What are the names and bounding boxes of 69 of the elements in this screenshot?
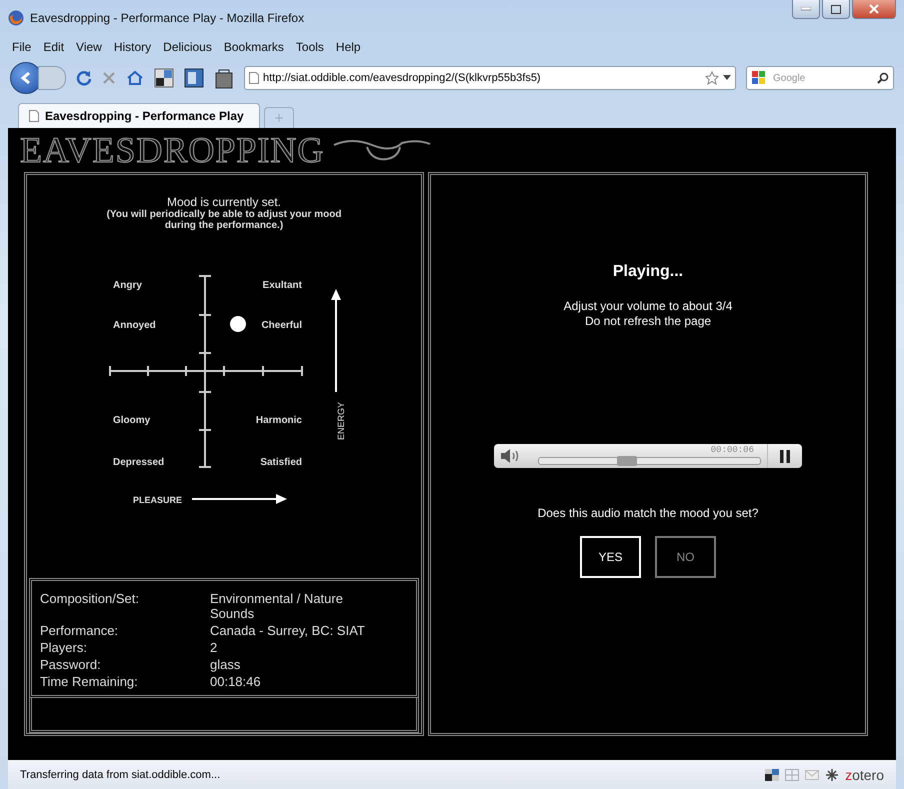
instruction-text: Do not refresh the page [584, 314, 712, 329]
answer-button[interactable]: YES [580, 536, 641, 578]
google-icon[interactable] [751, 70, 767, 86]
plus-icon [275, 114, 283, 122]
maximize-icon [831, 4, 841, 14]
mood-label: Depressed [113, 457, 164, 468]
toolbar-icon[interactable] [184, 68, 204, 88]
search-field[interactable]: Google [746, 66, 894, 90]
axis-label: PLEASURE [133, 495, 182, 505]
info-label: Players: [40, 640, 88, 655]
sparkle-icon[interactable] [825, 768, 840, 782]
mood-label: Satisfied [260, 457, 302, 468]
answer-button[interactable]: NO [655, 536, 716, 578]
mood-dot[interactable] [230, 316, 246, 332]
status-icon[interactable] [765, 768, 780, 780]
instruction-text: Adjust your volume to about 3/4 [564, 299, 732, 314]
playback-time: 00:00:06 [710, 445, 754, 455]
menu-item[interactable]: Help [336, 40, 361, 54]
info-label: Composition/Set: [40, 591, 140, 608]
info-value: Canada - Surrey, BC: SIAT [210, 623, 366, 638]
page-icon [249, 72, 259, 84]
mood-label: Exultant [262, 280, 302, 291]
seek-thumb[interactable] [617, 456, 638, 466]
search-icon[interactable] [877, 72, 889, 84]
close-button[interactable] [852, 0, 896, 19]
reload-icon[interactable] [76, 70, 92, 86]
info-label: Performance: [40, 623, 120, 638]
info-value: 00:18:46 [210, 674, 262, 689]
home-icon[interactable] [126, 70, 144, 86]
address-field[interactable]: http://siat.oddible.com/eavesdropping2/(S(klkvrp55b3fs5) [244, 66, 736, 90]
menu-item[interactable]: Edit [43, 40, 64, 54]
info-value: glass [210, 657, 242, 672]
mood-note: (You will periodically be able to adjust your mood during the performance.) [106, 209, 342, 231]
mood-heading: Mood is currently set. [166, 195, 282, 209]
mood-label: Cheerful [261, 320, 302, 331]
axis-label: ENERGY [336, 402, 346, 440]
question-text: Does this audio match the mood you set? [538, 506, 758, 520]
menu-item[interactable]: History [114, 40, 152, 54]
info-label: Time Remaining: [40, 674, 139, 689]
mood-label: Harmonic [256, 415, 302, 426]
menu-item[interactable]: View [76, 40, 102, 54]
mood-label: Gloomy [113, 415, 150, 426]
pause-icon[interactable] [780, 450, 790, 462]
info-value: 2 [210, 640, 218, 655]
browser-tab[interactable]: Eavesdropping - Performance Play [18, 103, 260, 128]
maximize-button[interactable] [822, 0, 850, 19]
toolbar-icon[interactable] [154, 68, 174, 88]
dropdown-icon[interactable] [723, 75, 731, 81]
tag-icon[interactable] [214, 67, 234, 89]
logo: EAVESDROPPING [20, 129, 324, 171]
close-icon [869, 4, 879, 14]
page-icon [29, 110, 39, 122]
minimize-button[interactable] [792, 0, 820, 19]
window-title: Eavesdropping - Performance Play - Mozilla Firefox [30, 11, 304, 25]
firefox-icon [8, 10, 24, 26]
mood-label: Annoyed [113, 320, 156, 331]
playing-status: Playing... [612, 263, 684, 281]
menu-item[interactable]: File [12, 40, 32, 54]
star-icon[interactable] [705, 71, 719, 85]
info-label: Password: [40, 657, 102, 672]
menu-item[interactable]: Bookmarks [224, 40, 284, 54]
zotero-label[interactable]: zotero [845, 766, 884, 782]
minimize-icon [801, 7, 811, 11]
info-value: Environmental / Nature Sounds [210, 591, 344, 621]
status-text: Transferring data from siat.oddible.com... [20, 768, 220, 780]
mood-label: Angry [113, 280, 142, 291]
menu-item[interactable]: Delicious [163, 40, 212, 54]
seek-track[interactable] [538, 457, 761, 465]
menu-item[interactable]: Tools [296, 40, 324, 54]
